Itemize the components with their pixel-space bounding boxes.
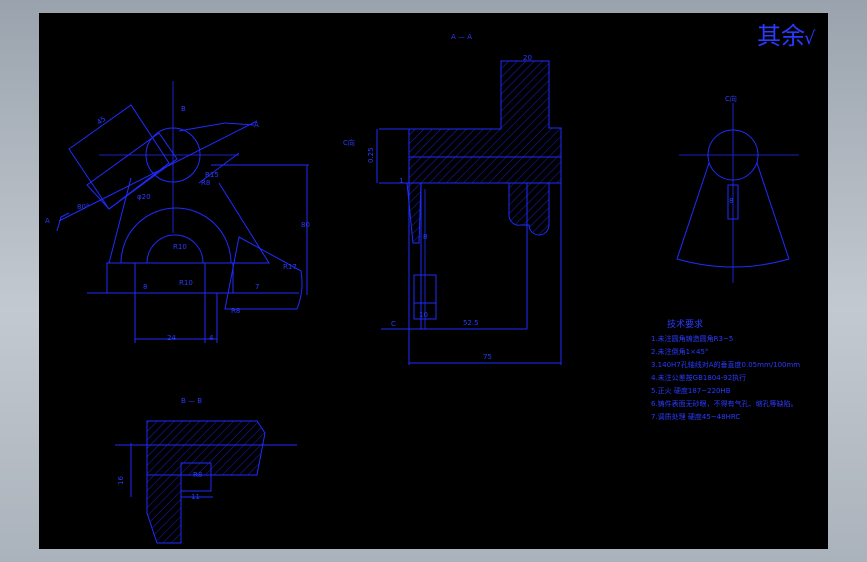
c-direction-view: C向 8 [676,94,799,283]
dim-left-10: 7 [255,283,259,291]
dim-left-8: 4 [209,334,214,342]
dim-left-4: φ20 [137,193,151,201]
surface-finish-mark: √ [804,28,816,49]
dim-left-13: 80° [77,203,89,211]
dim-c-0: 8 [729,197,733,205]
dim-left-11: R10 [173,243,187,251]
note-5: 5.正火 硬度187~220HB [651,386,731,395]
dim-aa-5: 52.5 [463,319,479,327]
label-a-right: A [254,121,259,129]
dim-left-1: 80 [301,221,310,229]
dim-left-6: R10 [179,279,193,287]
dim-left-3: R15 [205,171,219,179]
notes-title: 技术要求 [667,318,703,330]
dim-bb-0: 16 [117,476,125,485]
technical-notes: 技术要求 1.未注圆角铸造圆角R3~5 2.未注倒角1×45° 3.140H7孔… [651,318,800,421]
dim-left-7: 24 [167,334,176,342]
aa-section-view: A — A 20 C向 0.25 8 10 52.5 C 75 1 [343,33,562,365]
drawing-canvas: 其余 √ B A A 45 80 R8 R15 φ20 R17 R10 24 4… [39,13,828,549]
note-6: 6.铸件表面无砂眼，不得有气孔、缩孔等缺陷。 [651,399,798,408]
dim-bb-2: R8 [193,471,202,479]
dim-aa-4: 10 [419,311,428,319]
note-4: 4.未注公差按GB1804-92执行 [651,373,746,382]
bb-section-view: B — B 16 11 R8 [115,397,297,544]
surface-finish-text: 其余 [757,22,805,50]
label-c-right: C向 [725,94,737,103]
label-b-top: B [181,105,186,113]
dim-left-2: R8 [201,179,210,187]
label-aa: A — A [451,33,472,41]
dim-aa-0: 20 [523,54,532,62]
surface-finish-note: 其余 √ [757,22,816,50]
dim-aa-6: C [391,320,396,328]
note-1: 1.未注圆角铸造圆角R3~5 [651,334,733,343]
note-3: 3.140H7孔轴线对A的垂直度0.05mm/100mm [651,360,800,369]
dim-left-5: R17 [283,263,297,271]
dim-aa-1: C向 [343,138,355,147]
dim-aa-2: 0.25 [367,147,375,163]
label-bb: B — B [181,397,202,405]
dim-bb-1: 11 [191,493,200,501]
label-a-left: A [45,217,50,225]
cad-drawing: 其余 √ B A A 45 80 R8 R15 φ20 R17 R10 24 4… [45,22,816,544]
dim-aa-7: 75 [483,353,492,361]
dim-aa-8: 1 [399,177,403,185]
left-view: B A A 45 80 R8 R15 φ20 R17 R10 24 4 8 7 … [45,81,310,343]
dim-left-9: 8 [143,283,147,291]
dim-left-0: 45 [95,115,107,127]
dim-left-12: R8 [231,307,240,315]
note-7: 7.调质处理 硬度45~48HRC [651,412,740,421]
note-2: 2.未注倒角1×45° [651,347,708,356]
dim-aa-3: 8 [423,233,427,241]
